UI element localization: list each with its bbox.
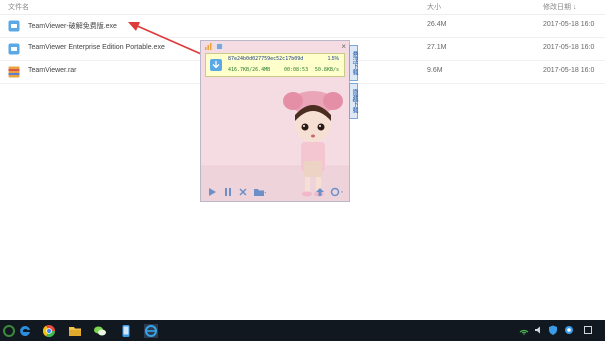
- sound-icon[interactable]: [534, 324, 544, 336]
- taskbar: [0, 320, 605, 341]
- settings-icon[interactable]: [330, 187, 344, 197]
- float-download-tab[interactable]: 悬浮下载: [349, 45, 358, 81]
- input-icon[interactable]: [564, 324, 574, 336]
- notification-icon[interactable]: [583, 324, 593, 336]
- widget-top-icons: [205, 43, 223, 50]
- folder-icon[interactable]: [253, 187, 267, 197]
- start-icon[interactable]: [2, 324, 16, 338]
- widget-close-button[interactable]: ×: [341, 42, 346, 51]
- play-icon[interactable]: [207, 187, 217, 197]
- download-percent: 1.5%: [327, 56, 339, 62]
- download-speed: 50.8KB/s: [314, 67, 339, 73]
- hide-download-tab[interactable]: 隐藏下载: [349, 83, 358, 119]
- wechat-icon[interactable]: [93, 324, 107, 338]
- image-icon[interactable]: [216, 43, 223, 50]
- wifi-icon[interactable]: [519, 324, 529, 336]
- download-progress: 416.7KB/26.4MB: [228, 67, 271, 73]
- download-item[interactable]: 87e24b0d027759ec52c17b09d 1.5% 416.7KB/2…: [205, 53, 345, 77]
- download-hash: 87e24b0d027759ec52c17b09d: [228, 56, 304, 62]
- signal-icon: [205, 43, 212, 50]
- file-explorer-icon[interactable]: [68, 324, 82, 338]
- edge-browser-icon[interactable]: [18, 324, 32, 338]
- chrome-icon[interactable]: [42, 324, 56, 338]
- ie-browser-icon[interactable]: [144, 324, 158, 338]
- delete-icon[interactable]: [238, 187, 248, 197]
- pause-icon[interactable]: [223, 187, 233, 197]
- phone-icon[interactable]: [119, 324, 133, 338]
- upload-icon[interactable]: [315, 187, 325, 197]
- widget-toolbar: [205, 185, 347, 199]
- download-file-icon: [210, 59, 222, 71]
- floating-download-widget[interactable]: × 87e24b0d027759ec52c17b09d 1.5% 416.7KB…: [200, 40, 350, 202]
- download-time-remaining: 00:08:53: [284, 67, 309, 73]
- shield-icon[interactable]: [548, 324, 558, 336]
